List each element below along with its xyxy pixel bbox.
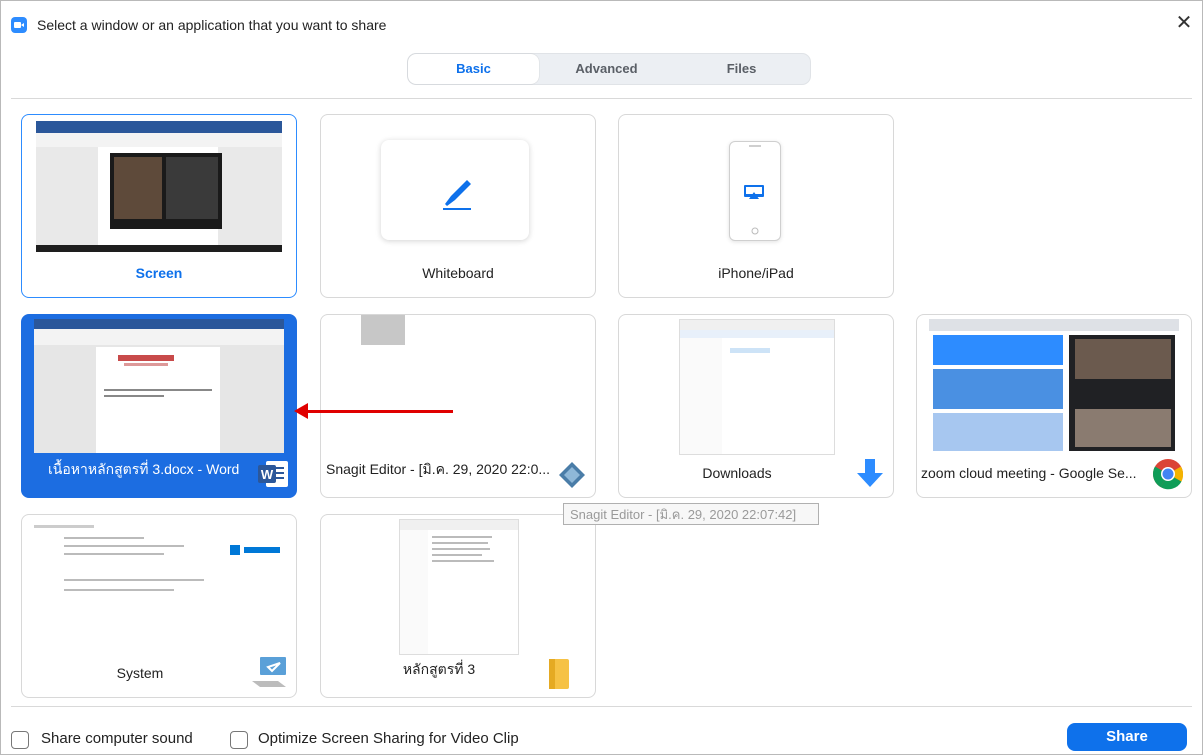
bottom-divider: [11, 706, 1192, 707]
optimize-video-label: Optimize Screen Sharing for Video Clip: [258, 730, 519, 747]
title-bar: Select a window or an application that y…: [1, 1, 1202, 47]
tooltip: Snagit Editor - [มิ.ค. 29, 2020 22:07:42…: [563, 503, 819, 525]
share-tile-screen[interactable]: Screen: [21, 114, 297, 298]
tab-basic[interactable]: Basic: [408, 54, 539, 84]
share-type-tabs: Basic Advanced Files: [407, 53, 811, 85]
word-icon: W: [256, 457, 290, 491]
chrome-preview: [929, 319, 1179, 453]
zoom-logo-icon: [11, 17, 27, 33]
snagit-icon: [555, 457, 589, 491]
share-tile-snagit[interactable]: Snagit Editor - [มิ.ค. 29, 2020 22:0...: [320, 314, 596, 498]
folder-preview: [399, 519, 519, 655]
airplay-icon: [744, 145, 764, 235]
optimize-video-checkbox[interactable]: [230, 731, 248, 749]
share-tile-chrome[interactable]: zoom cloud meeting - Google Se...: [916, 314, 1192, 498]
word-preview: [34, 319, 284, 453]
annotation-arrow-head: [294, 403, 308, 419]
dialog-title: Select a window or an application that y…: [37, 17, 387, 33]
tile-label-iphone: iPhone/iPad: [718, 265, 794, 281]
tile-label-whiteboard: Whiteboard: [422, 265, 494, 281]
share-tile-word[interactable]: เนื้อหาหลักสูตรที่ 3.docx - Word W: [21, 314, 297, 498]
word-badge-letter: W: [261, 467, 274, 482]
system-preview: [34, 519, 284, 653]
share-screen-dialog: Select a window or an application that y…: [0, 0, 1203, 755]
annotation-arrow-line: [303, 410, 453, 413]
share-tile-downloads[interactable]: Downloads: [618, 314, 894, 498]
top-divider: [11, 98, 1192, 99]
chrome-icon: [1151, 457, 1185, 491]
close-icon[interactable]: ✕: [1174, 13, 1194, 33]
explorer-preview: [679, 319, 835, 455]
download-arrow-icon: [853, 457, 887, 491]
tile-label-chrome: zoom cloud meeting - Google Se...: [921, 465, 1137, 481]
tile-label-snagit: Snagit Editor - [มิ.ค. 29, 2020 22:0...: [326, 461, 551, 477]
phone-illustration: [729, 141, 781, 241]
folder-icon: [547, 657, 581, 691]
tile-label-system: System: [116, 665, 164, 681]
share-computer-sound-label: Share computer sound: [41, 730, 193, 747]
footer: Share computer sound Optimize Screen Sha…: [1, 713, 1202, 755]
tile-label-downloads: Downloads: [702, 465, 772, 481]
snagit-preview: [361, 315, 405, 345]
screen-preview: [36, 121, 282, 252]
tab-advanced[interactable]: Advanced: [539, 54, 674, 84]
share-tile-whiteboard[interactable]: Whiteboard: [320, 114, 596, 298]
share-tile-iphone[interactable]: iPhone/iPad: [618, 114, 894, 298]
share-button[interactable]: Share: [1067, 723, 1187, 751]
monitor-icon: [250, 655, 290, 691]
share-computer-sound-checkbox[interactable]: [11, 731, 29, 749]
tile-label-folder: หลักสูตรที่ 3: [402, 661, 476, 677]
tab-files[interactable]: Files: [674, 54, 809, 84]
share-tile-folder[interactable]: หลักสูตรที่ 3: [320, 514, 596, 698]
whiteboard-card: [381, 140, 529, 240]
share-tile-system[interactable]: System: [21, 514, 297, 698]
tile-label-screen: Screen: [135, 265, 183, 281]
tile-label-word: เนื้อหาหลักสูตรที่ 3.docx - Word: [48, 461, 240, 477]
pencil-icon: [443, 180, 471, 210]
